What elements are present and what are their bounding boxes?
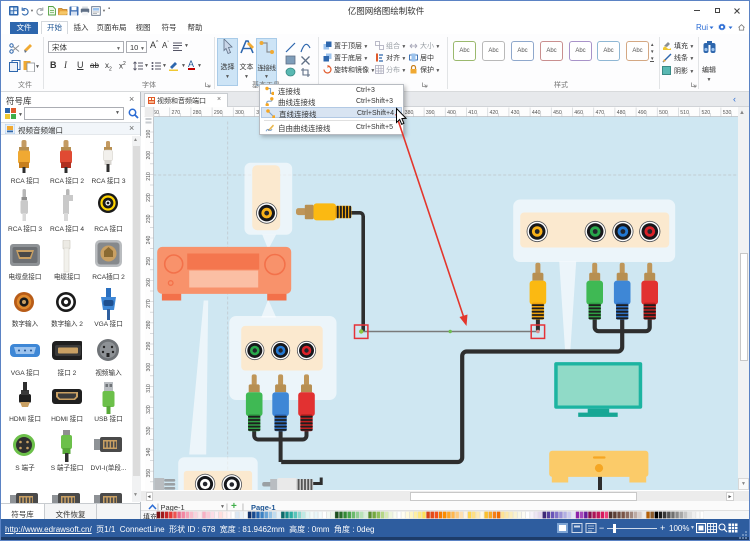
- svg-text:390: 390: [426, 110, 435, 116]
- svg-text:480: 480: [617, 110, 626, 116]
- svg-text:260: 260: [146, 277, 152, 286]
- svg-text:240: 240: [146, 235, 152, 244]
- svg-text:210: 210: [146, 171, 152, 180]
- svg-text:490: 490: [638, 110, 647, 116]
- svg-text:280: 280: [146, 320, 152, 329]
- svg-text:440: 440: [532, 110, 541, 116]
- svg-text:310: 310: [146, 383, 152, 392]
- svg-text:230: 230: [146, 214, 152, 223]
- svg-text:270: 270: [146, 299, 152, 308]
- svg-text:200: 200: [146, 150, 152, 159]
- svg-text:520: 520: [702, 110, 711, 116]
- svg-text:430: 430: [511, 110, 520, 116]
- svg-text:530: 530: [723, 110, 732, 116]
- svg-text:420: 420: [490, 110, 499, 116]
- svg-text:270: 270: [172, 110, 181, 116]
- svg-text:400: 400: [447, 110, 456, 116]
- svg-text:460: 460: [574, 110, 583, 116]
- svg-text:290: 290: [214, 110, 223, 116]
- svg-text:380: 380: [405, 110, 414, 116]
- svg-text:280: 280: [193, 110, 202, 116]
- svg-text:220: 220: [146, 193, 152, 202]
- svg-text:320: 320: [146, 405, 152, 414]
- svg-text:500: 500: [659, 110, 668, 116]
- svg-text:340: 340: [146, 447, 152, 456]
- svg-text:410: 410: [468, 110, 477, 116]
- svg-text:510: 510: [680, 110, 689, 116]
- svg-text:300: 300: [146, 362, 152, 371]
- svg-text:190: 190: [146, 129, 152, 138]
- svg-text:450: 450: [553, 110, 562, 116]
- svg-text:250: 250: [146, 256, 152, 265]
- svg-text:300: 300: [235, 110, 244, 116]
- svg-text:350: 350: [146, 468, 152, 477]
- svg-text:290: 290: [146, 341, 152, 350]
- svg-text:470: 470: [596, 110, 605, 116]
- svg-text:330: 330: [146, 426, 152, 435]
